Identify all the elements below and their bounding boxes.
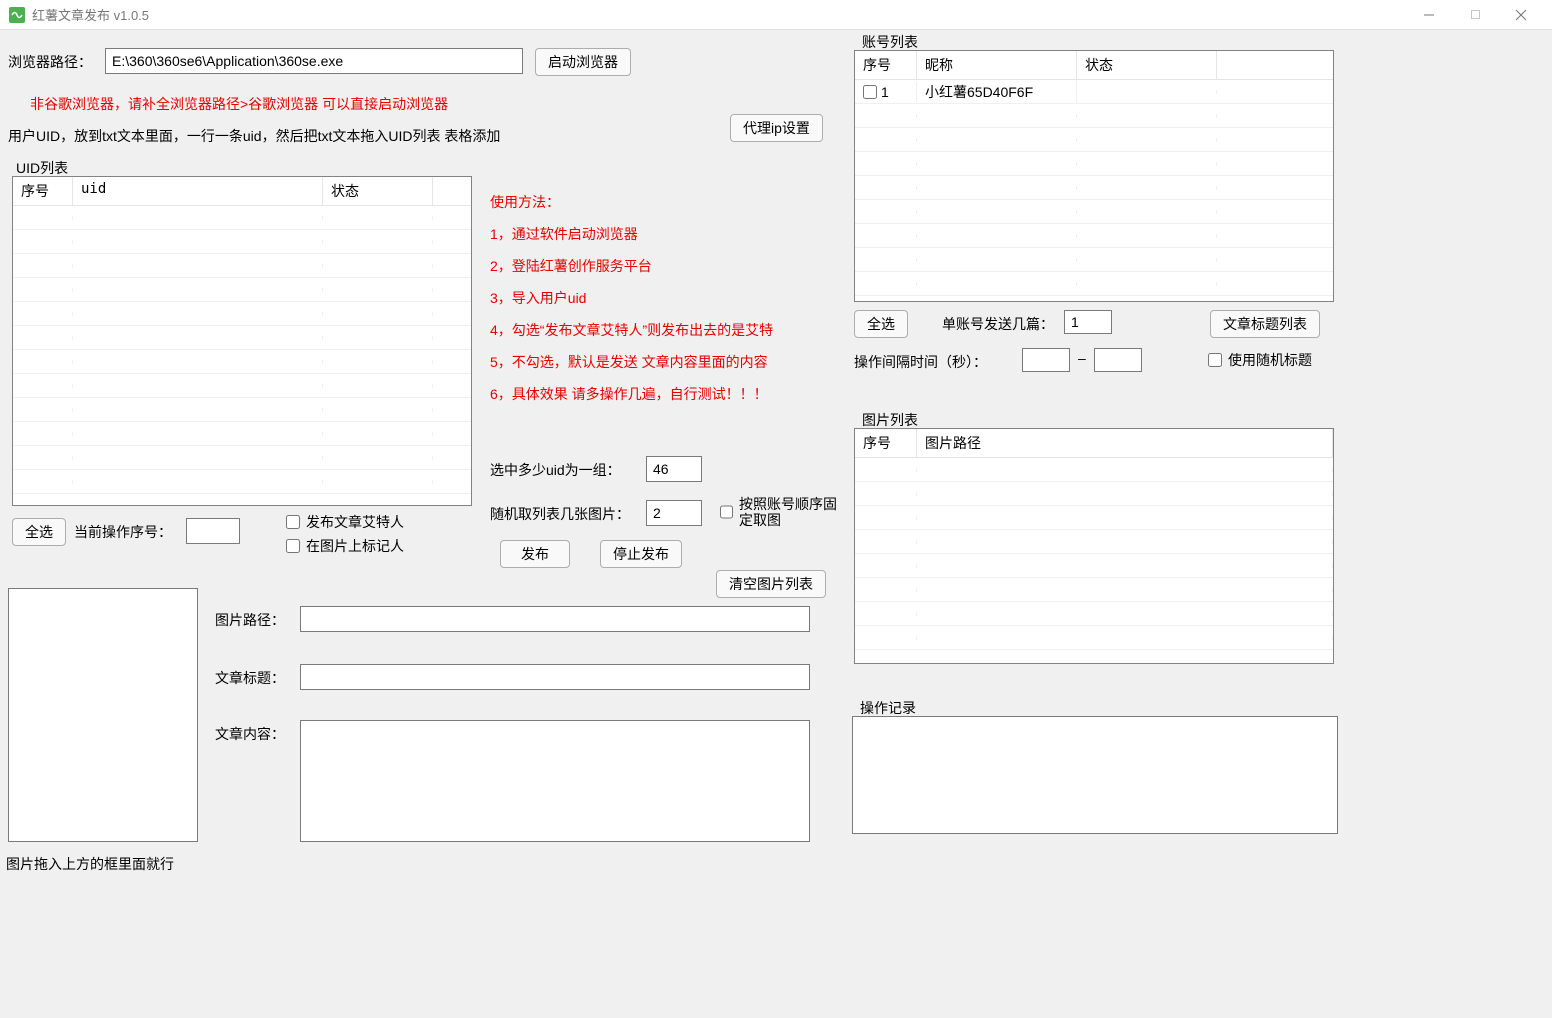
usage-line-4: 4，勾选“发布文章艾特人”则发布出去的是艾特 — [490, 320, 830, 340]
drag-hint: 图片拖入上方的框里面就行 — [6, 854, 174, 874]
log-box[interactable] — [852, 716, 1338, 834]
uid-select-all-button[interactable]: 全选 — [12, 518, 66, 546]
image-path-label: 图片路径： — [215, 610, 285, 630]
publish-button[interactable]: 发布 — [500, 540, 570, 568]
start-browser-button[interactable]: 启动浏览器 — [535, 48, 631, 76]
maximize-button[interactable] — [1452, 0, 1498, 30]
non-chrome-hint: 非谷歌浏览器，请补全浏览器路径>谷歌浏览器 可以直接启动浏览器 — [30, 94, 448, 114]
current-op-index-label: 当前操作序号： — [74, 522, 172, 542]
current-op-index-input[interactable] — [186, 518, 240, 544]
browser-path-input[interactable] — [105, 48, 523, 74]
uid-col-uid[interactable]: uid — [73, 177, 323, 205]
window-controls — [1406, 0, 1544, 30]
random-images-input[interactable] — [646, 500, 702, 526]
interval-dash: – — [1078, 350, 1086, 366]
title-list-button[interactable]: 文章标题列表 — [1210, 310, 1320, 338]
uid-table[interactable]: 序号 uid 状态 — [12, 176, 472, 506]
usage-line-2: 2，登陆红薯创作服务平台 — [490, 256, 830, 276]
article-content-label: 文章内容： — [215, 724, 285, 744]
images-legend: 图片列表 — [858, 410, 922, 430]
interval-to-input[interactable] — [1094, 348, 1142, 372]
accounts-col-index[interactable]: 序号 — [855, 51, 917, 79]
usage-line-6: 6，具体效果 请多操作几遍，自行测试！！！ — [490, 384, 830, 404]
article-title-label: 文章标题： — [215, 668, 285, 688]
images-col-path[interactable]: 图片路径 — [917, 429, 1333, 457]
window-title: 红薯文章发布 v1.0.5 — [32, 5, 149, 24]
mark-on-image-checkbox[interactable]: 在图片上标记人 — [286, 536, 404, 556]
random-images-label: 随机取列表几张图片： — [490, 504, 630, 524]
uid-col-index[interactable]: 序号 — [13, 177, 73, 205]
usage-line-5: 5，不勾选，默认是发送 文章内容里面的内容 — [490, 352, 830, 372]
group-count-input[interactable] — [646, 456, 702, 482]
accounts-select-all-button[interactable]: 全选 — [854, 310, 908, 338]
stop-publish-button[interactable]: 停止发布 — [600, 540, 682, 568]
accounts-col-nick[interactable]: 昵称 — [917, 51, 1077, 79]
minimize-button[interactable] — [1406, 0, 1452, 30]
account-nick: 小红薯65D40F6F — [917, 80, 1077, 104]
fixed-seq-checkbox[interactable]: 按照账号顺序固定取图 — [720, 496, 840, 528]
image-preview-box[interactable] — [8, 588, 198, 842]
browser-path-label: 浏览器路径： — [8, 52, 92, 72]
titlebar: 红薯文章发布 v1.0.5 — [0, 0, 1552, 30]
usage-title: 使用方法： — [490, 192, 830, 212]
group-count-label: 选中多少uid为一组： — [490, 460, 621, 480]
uid-table-body — [13, 206, 471, 494]
images-col-index[interactable]: 序号 — [855, 429, 917, 457]
send-per-account-input[interactable] — [1064, 310, 1112, 334]
accounts-table[interactable]: 序号 昵称 状态 1 小红薯65D40F6F — [854, 50, 1334, 302]
send-per-account-label: 单账号发送几篇： — [942, 314, 1054, 334]
publish-at-users-checkbox[interactable]: 发布文章艾特人 — [286, 512, 404, 532]
random-title-checkbox[interactable]: 使用随机标题 — [1208, 350, 1312, 370]
interval-label: 操作间隔时间（秒）： — [854, 352, 987, 372]
article-title-input[interactable] — [300, 664, 810, 690]
table-row[interactable]: 1 小红薯65D40F6F — [855, 80, 1333, 104]
uid-note: 用户UID，放到txt文本里面，一行一条uid，然后把txt文本拖入UID列表 … — [8, 126, 500, 146]
proxy-ip-button[interactable]: 代理ip设置 — [730, 114, 823, 142]
uid-list-legend: UID列表 — [12, 158, 72, 178]
log-legend: 操作记录 — [856, 698, 920, 718]
app-icon — [8, 6, 26, 24]
images-table[interactable]: 序号 图片路径 — [854, 428, 1334, 664]
usage-instructions: 使用方法： 1，通过软件启动浏览器 2，登陆红薯创作服务平台 3，导入用户uid… — [490, 192, 830, 416]
article-content-textarea[interactable] — [300, 720, 810, 842]
usage-line-3: 3，导入用户uid — [490, 288, 830, 308]
clear-image-list-button[interactable]: 清空图片列表 — [716, 570, 826, 598]
uid-col-status[interactable]: 状态 — [323, 177, 433, 205]
interval-from-input[interactable] — [1022, 348, 1070, 372]
accounts-col-status[interactable]: 状态 — [1077, 51, 1217, 79]
close-button[interactable] — [1498, 0, 1544, 30]
account-row-checkbox[interactable] — [863, 85, 877, 99]
account-status — [1077, 90, 1217, 94]
image-path-input[interactable] — [300, 606, 810, 632]
usage-line-1: 1，通过软件启动浏览器 — [490, 224, 830, 244]
accounts-legend: 账号列表 — [858, 32, 922, 52]
